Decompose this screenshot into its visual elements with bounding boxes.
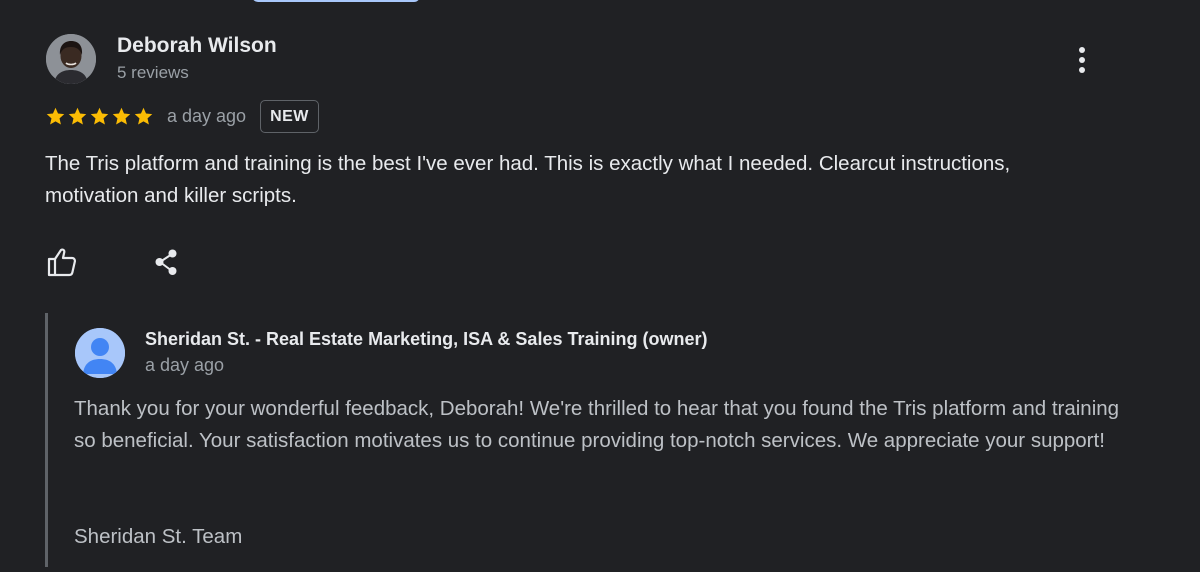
share-button[interactable] (148, 244, 184, 280)
like-button[interactable] (44, 244, 80, 280)
more-options-button[interactable] (1066, 40, 1098, 80)
author-photo (46, 34, 96, 84)
author-review-count: 5 reviews (117, 63, 189, 82)
reply-divider (45, 313, 48, 567)
more-vert-icon (1079, 47, 1085, 73)
review-date: a day ago (167, 105, 247, 126)
owner-avatar[interactable] (75, 328, 125, 378)
reply-date: a day ago (145, 355, 225, 375)
reply-text: Thank you for your wonderful feedback, D… (74, 397, 1120, 452)
star-icon (134, 107, 153, 125)
owner-reply: Sheridan St. - Real Estate Marketing, IS… (45, 313, 1145, 572)
share-icon (155, 249, 177, 275)
review-card: Deborah Wilson 5 reviews a day ago NEW T… (0, 0, 1200, 572)
default-account-avatar-icon (75, 328, 125, 378)
star-icon (68, 107, 87, 125)
star-icon (90, 107, 109, 125)
thumbs-up-icon (47, 248, 77, 277)
rating-row: a day ago NEW (45, 99, 319, 133)
review-text: The Tris platform and training is the be… (45, 152, 1011, 207)
author-name[interactable]: Deborah Wilson (117, 34, 277, 58)
star-rating (45, 106, 154, 127)
owner-name: Sheridan St. - Real Estate Marketing, IS… (145, 329, 708, 349)
star-icon (46, 107, 65, 125)
author-avatar[interactable] (46, 34, 96, 84)
star-icon (112, 107, 131, 125)
reply-signature: Sheridan St. Team (74, 525, 243, 548)
new-badge: NEW (260, 99, 319, 133)
